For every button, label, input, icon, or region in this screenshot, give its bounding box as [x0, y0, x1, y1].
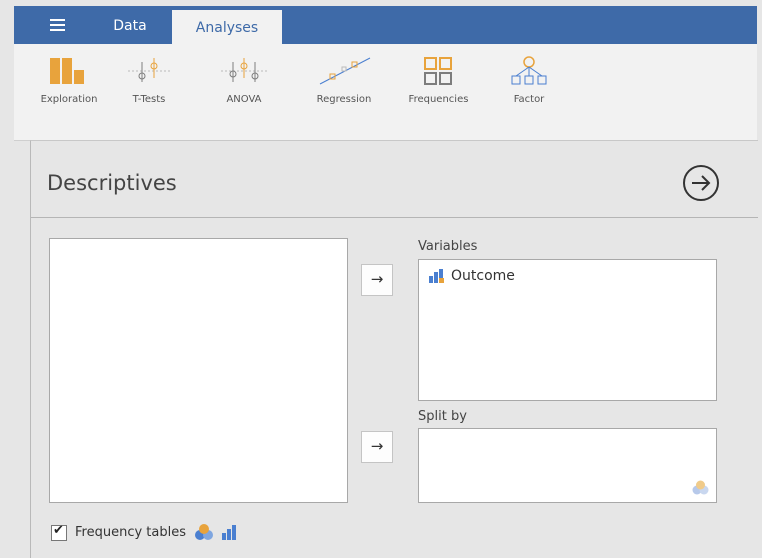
page-title: Descriptives: [47, 171, 177, 195]
frequencies-button[interactable]: Frequencies: [401, 54, 476, 132]
top-bar: Data Analyses: [14, 6, 757, 44]
exploration-icon: [50, 58, 84, 84]
tab-data[interactable]: Data: [104, 6, 156, 44]
anova-label: ANOVA: [226, 94, 262, 105]
factor-icon: [511, 56, 547, 85]
factor-label: Factor: [513, 94, 545, 105]
exploration-label: Exploration: [40, 94, 98, 105]
exploration-button[interactable]: Exploration: [34, 54, 104, 132]
ttests-label: T-Tests: [132, 94, 166, 105]
divider: [31, 217, 758, 218]
variables-label: Variables: [418, 239, 478, 254]
source-variable-list[interactable]: [49, 238, 348, 503]
split-by-label: Split by: [418, 409, 467, 424]
regression-label: Regression: [316, 94, 372, 105]
move-to-variables-button[interactable]: →: [361, 264, 393, 296]
factor-button[interactable]: Factor: [499, 54, 559, 132]
ttests-icon: [128, 58, 170, 82]
variables-target-list[interactable]: Outcome: [418, 259, 717, 401]
continuous-variable-icon: [429, 269, 444, 283]
regression-button[interactable]: Regression: [309, 54, 379, 132]
nominal-variable-icon: [195, 524, 213, 540]
anova-button[interactable]: ANOVA: [214, 54, 274, 132]
nominal-variable-icon: [692, 480, 709, 495]
frequencies-label: Frequencies: [408, 94, 469, 105]
descriptives-panel: Descriptives → Variables Outcome → Split…: [30, 140, 758, 558]
frequency-tables-option: Frequency tables: [51, 523, 238, 541]
frequency-tables-label: Frequency tables: [75, 525, 186, 540]
move-to-split-by-button[interactable]: →: [361, 431, 393, 463]
anova-icon: [221, 58, 267, 82]
analyses-ribbon: Exploration T-Tests ANOVA Regression Fre…: [14, 44, 757, 141]
regression-icon: [319, 57, 371, 85]
frequencies-icon: [423, 57, 452, 85]
tab-analyses[interactable]: Analyses: [172, 10, 282, 44]
ttests-button[interactable]: T-Tests: [119, 54, 179, 132]
variable-name: Outcome: [451, 268, 515, 284]
frequency-tables-checkbox[interactable]: [51, 523, 67, 541]
hamburger-menu-icon[interactable]: [44, 14, 74, 38]
split-by-target-list[interactable]: [418, 428, 717, 503]
run-arrow-icon[interactable]: [681, 163, 721, 203]
ordinal-variable-icon: [222, 525, 236, 540]
variable-item-outcome[interactable]: Outcome: [429, 268, 515, 284]
